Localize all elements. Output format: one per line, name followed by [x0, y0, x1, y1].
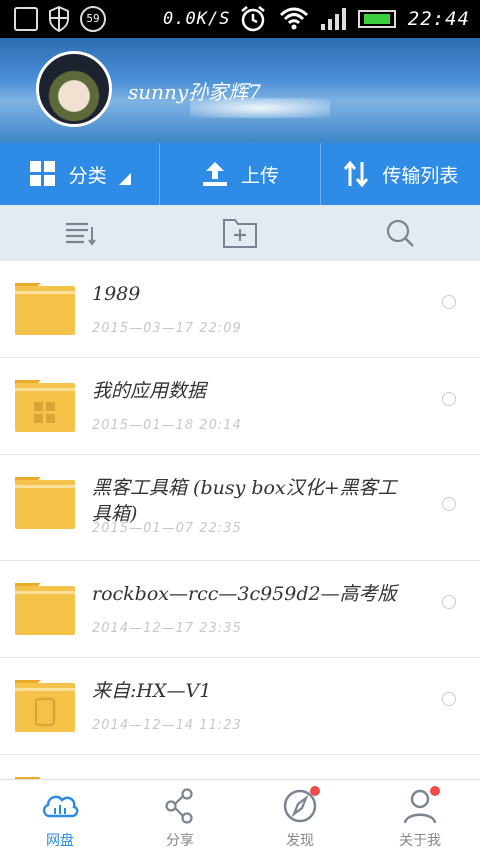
select-radio[interactable]	[442, 497, 456, 511]
nav-label: 网盘	[46, 832, 74, 849]
grid-icon	[29, 161, 55, 186]
list-item[interactable]: 我的应用数据 2015—01—18 20:14	[0, 358, 480, 455]
battery-badge: 59	[80, 6, 106, 32]
status-bar: 59 0.0K/S 22:44	[0, 0, 480, 38]
username[interactable]: sunny孙家辉7	[128, 76, 261, 105]
transfer-icon	[344, 160, 369, 188]
folder-icon	[15, 477, 75, 529]
list-item[interactable]: 黑客工具箱 (busy box汉化+黑客工具箱) 2015—01—07 22:3…	[0, 455, 480, 561]
notification-dot	[430, 786, 440, 796]
list-item[interactable]: 来自:HX—V1 2014—12—14 11:23	[0, 658, 480, 755]
shield-icon	[49, 6, 69, 32]
file-date: 2015—01—07 22:35	[92, 521, 242, 536]
folder-apps-icon	[15, 380, 75, 432]
new-folder-button[interactable]	[160, 205, 320, 261]
bottom-nav: 网盘 分享 发现 关于我	[0, 779, 480, 855]
profile-header: sunny孙家辉7	[0, 38, 480, 143]
folder-icon	[15, 283, 75, 335]
file-date: 2015—03—17 22:09	[92, 321, 242, 336]
nav-item-netdisk[interactable]: 网盘	[0, 780, 120, 855]
select-radio[interactable]	[442, 692, 456, 706]
upload-button[interactable]: 上传	[160, 143, 321, 205]
file-date: 2014—12—17 23:35	[92, 621, 242, 636]
wifi-icon	[279, 7, 308, 30]
signal-icon	[320, 8, 346, 30]
nav-label: 发现	[286, 832, 314, 849]
net-speed: 0.0K/S	[163, 9, 231, 29]
transfer-list-button[interactable]: 传输列表	[321, 143, 480, 205]
avatar[interactable]	[36, 51, 112, 127]
clock: 22:44	[407, 8, 470, 30]
alarm-icon	[241, 6, 265, 32]
transfer-list-label: 传输列表	[382, 164, 459, 187]
nav-item-about-me[interactable]: 关于我	[360, 780, 480, 855]
nav-item-share[interactable]: 分享	[120, 780, 240, 855]
select-radio[interactable]	[442, 295, 456, 309]
cloud-icon	[42, 795, 79, 817]
list-item[interactable]: rockbox—rcc—3c959d2—高考版 2014—12—17 23:35	[0, 561, 480, 658]
nav-item-discover[interactable]: 发现	[240, 780, 360, 855]
dropdown-triangle-icon	[118, 173, 131, 185]
file-list: 1989 2015—03—17 22:09 我的应用数据 2015—01—18 …	[0, 261, 480, 779]
select-radio[interactable]	[442, 595, 456, 609]
file-name: 黑客工具箱 (busy box汉化+黑客工具箱)	[92, 477, 397, 525]
category-label: 分类	[68, 164, 107, 187]
file-date: 2015—01—18 20:14	[92, 418, 242, 433]
file-name: rockbox—rcc—3c959d2—高考版	[92, 583, 397, 605]
action-bar: 分类 上传 传输列表	[0, 143, 480, 205]
battery-icon	[357, 10, 396, 28]
file-toolbar	[0, 205, 480, 261]
file-name: 我的应用数据	[92, 380, 207, 402]
upload-label: 上传	[240, 164, 279, 187]
share-icon	[165, 787, 193, 824]
folder-device-icon	[15, 680, 75, 732]
file-name: 来自:HX—V1	[92, 680, 212, 702]
nav-label: 关于我	[399, 832, 441, 849]
folder-icon	[15, 583, 75, 635]
category-button[interactable]: 分类	[0, 143, 161, 205]
sort-list-icon	[66, 222, 96, 246]
notification-icon	[14, 7, 38, 31]
new-folder-icon	[223, 219, 257, 248]
list-item[interactable]	[0, 755, 480, 779]
sort-button[interactable]	[0, 205, 160, 261]
search-button[interactable]	[320, 205, 480, 261]
select-radio[interactable]	[442, 392, 456, 406]
nav-label: 分享	[166, 832, 194, 849]
upload-icon	[202, 162, 227, 186]
search-icon	[386, 219, 414, 247]
file-date: 2014—12—14 11:23	[92, 718, 242, 733]
list-item[interactable]: 1989 2015—03—17 22:09	[0, 261, 480, 358]
notification-dot	[310, 786, 320, 796]
file-name: 1989	[92, 283, 141, 305]
